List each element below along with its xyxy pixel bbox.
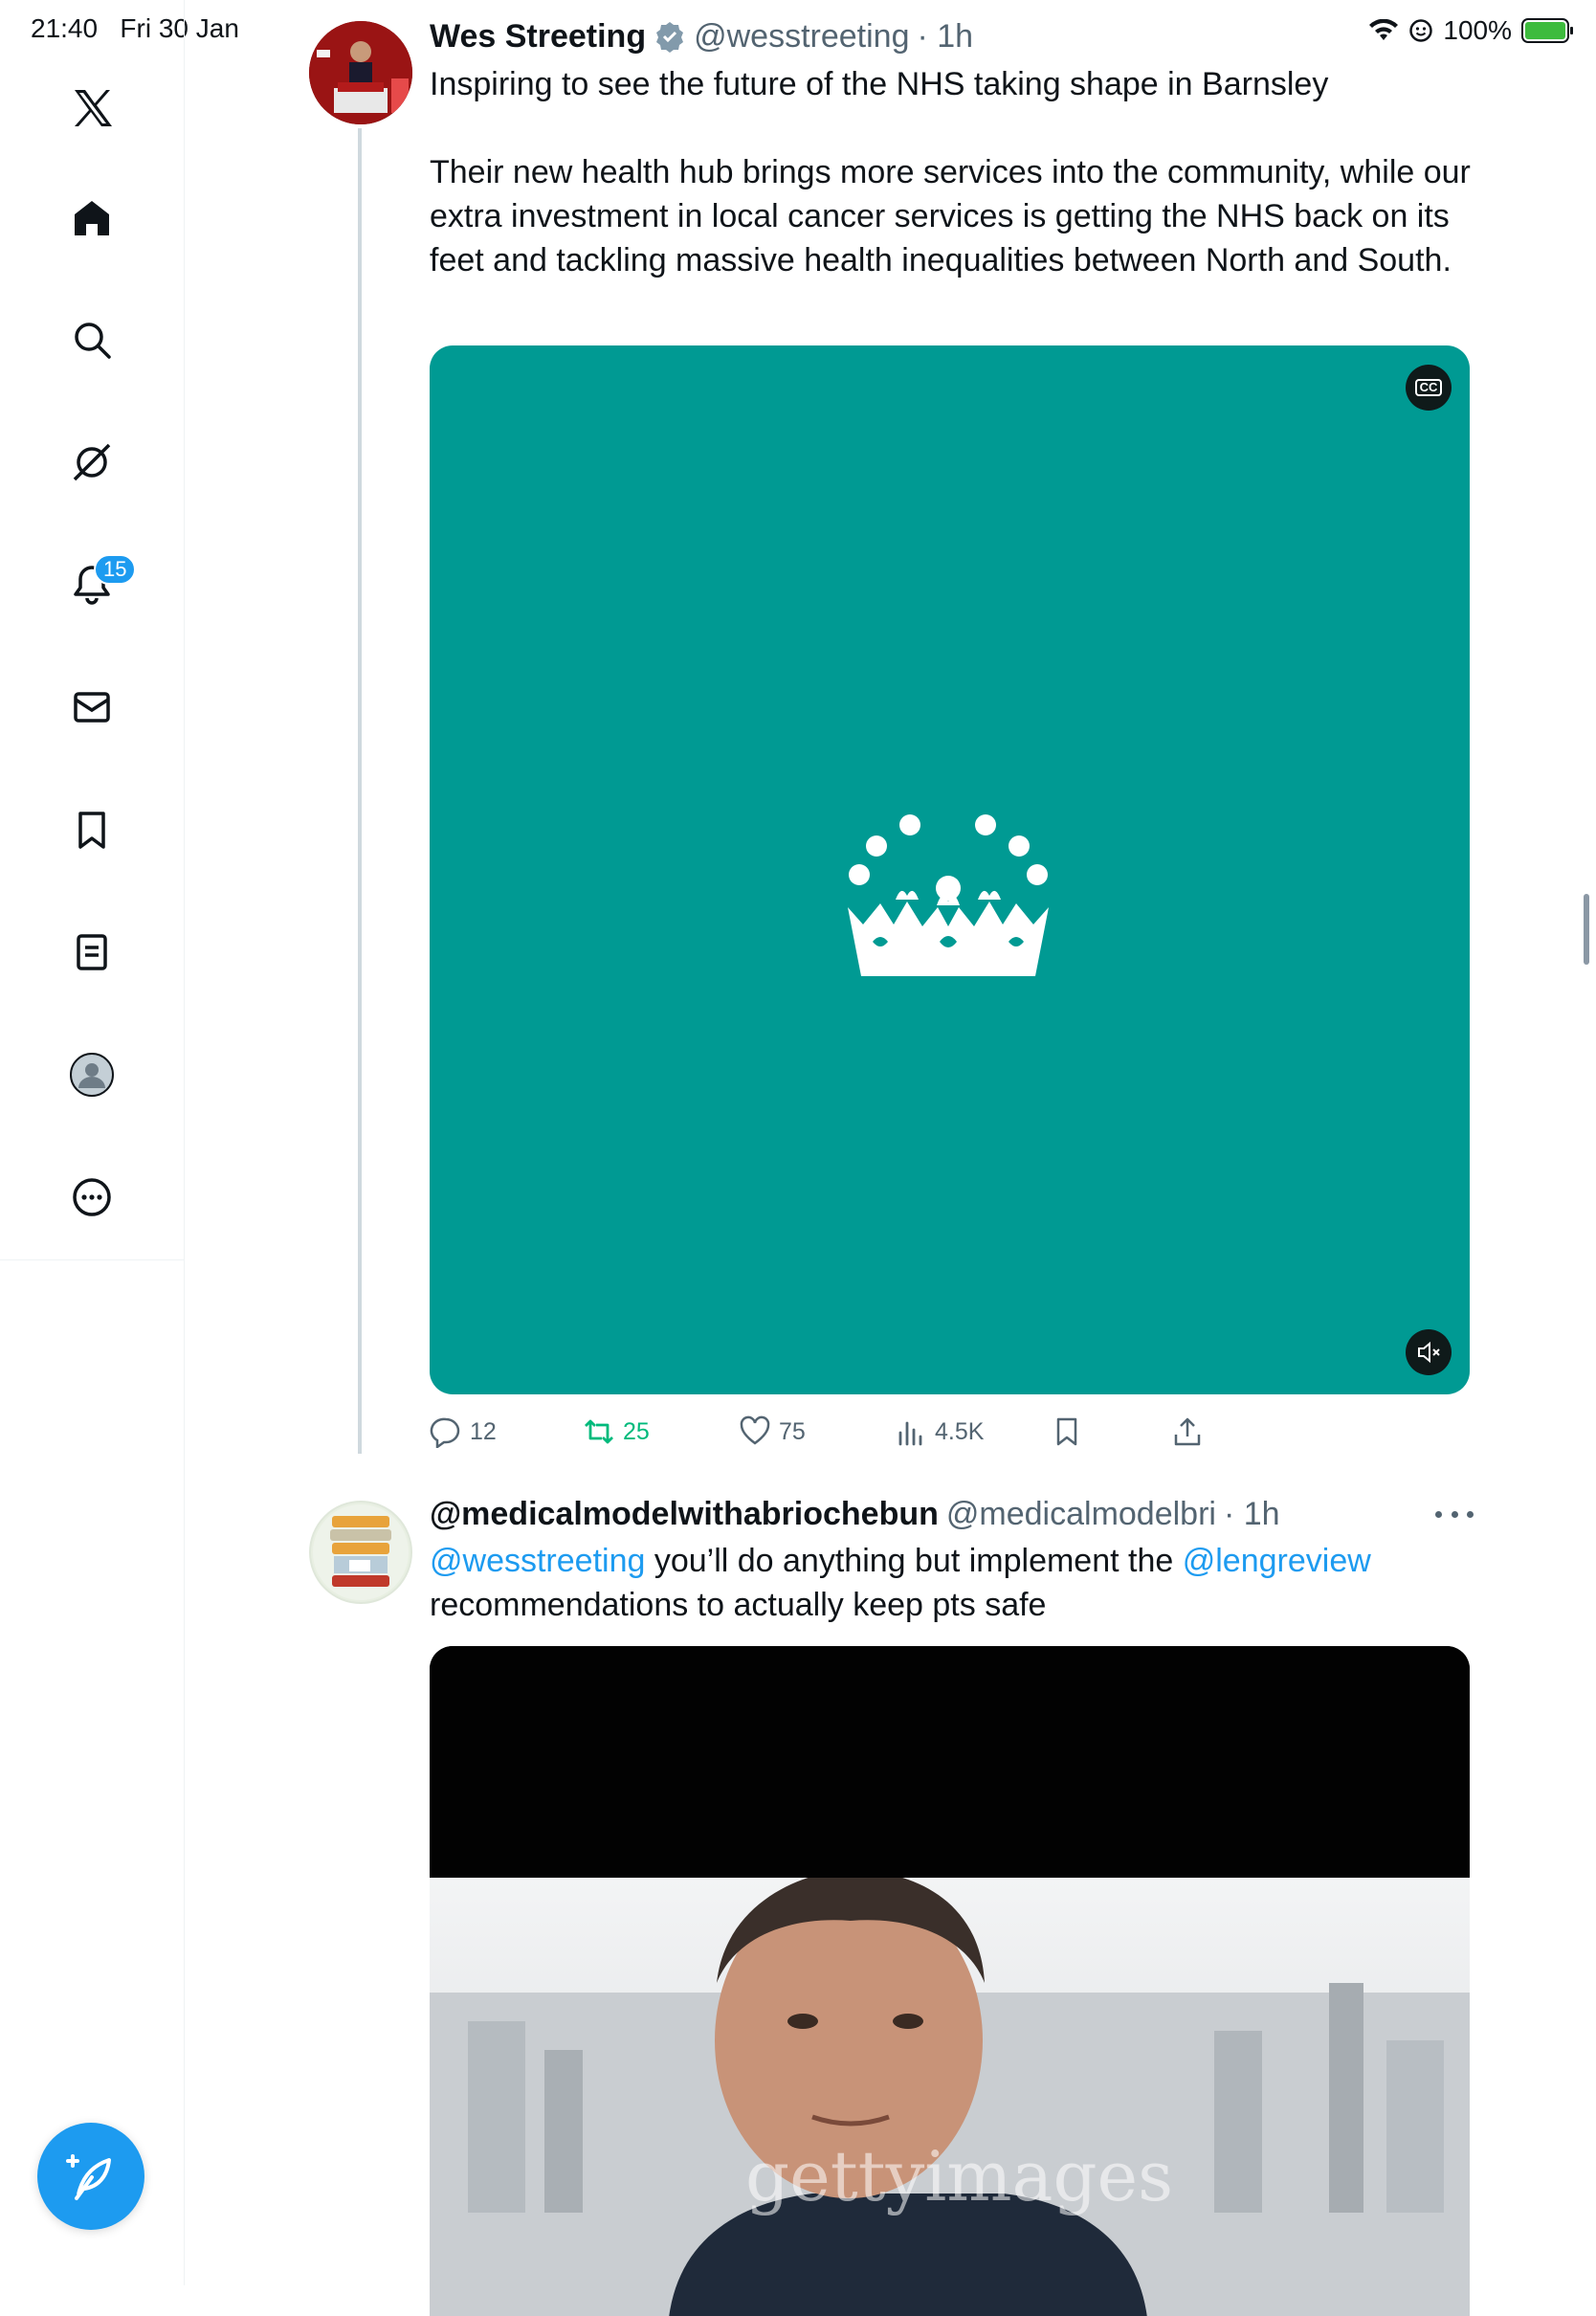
speaker-muted-icon [1418, 1341, 1440, 1364]
focus-icon [1409, 19, 1433, 42]
captions-label: CC [1414, 379, 1443, 396]
reply-author-handle[interactable]: @medicalmodelbri [946, 1496, 1216, 1533]
mention-link[interactable]: @lengreview [1183, 1543, 1371, 1579]
heart-icon [740, 1415, 770, 1445]
captions-button[interactable]: CC [1406, 365, 1452, 411]
search-icon[interactable] [57, 305, 126, 374]
tweet2-text-part2: recommendations to actually keep pts saf… [430, 1587, 1047, 1623]
man-portrait-image [430, 1870, 1470, 2316]
author-handle[interactable]: @wesstreeting [694, 18, 909, 56]
thread-connector [358, 128, 362, 1454]
battery-charging-icon [1521, 18, 1573, 43]
notification-badge: 15 [94, 554, 137, 585]
tweet2-media[interactable]: gettyimages [430, 1646, 1470, 2316]
reply-button[interactable]: 12 [430, 1411, 497, 1453]
nhs-crown-logo [848, 814, 1049, 976]
share-upload-icon [1174, 1417, 1201, 1446]
views-count: 4.5K [935, 1417, 985, 1445]
mute-button[interactable] [1406, 1329, 1452, 1375]
retweet-button[interactable]: 25 [583, 1411, 650, 1453]
reply-author-name[interactable]: @medicalmodelwithabriochebun [430, 1496, 939, 1533]
media-letterbox [430, 1646, 1470, 1878]
list-icon[interactable] [57, 918, 126, 987]
tweet1-text-line1: Inspiring to see the future of the NHS t… [430, 66, 1329, 102]
reply-author-avatar[interactable] [309, 1501, 412, 1604]
tweet2-text: @wesstreeting you’ll do anything but imp… [430, 1539, 1473, 1627]
battery-percent: 100% [1443, 15, 1512, 45]
x-logo-icon[interactable] [57, 74, 126, 143]
like-count: 75 [779, 1417, 806, 1445]
verified-badge-icon [656, 22, 684, 53]
tweet2-header: @medicalmodelwithabriochebun @medicalmod… [430, 1493, 1280, 1535]
author-avatar[interactable] [309, 21, 412, 124]
bookmark-icon[interactable] [57, 795, 126, 864]
more-options-icon[interactable] [1435, 1501, 1474, 1527]
retweet-icon [585, 1419, 613, 1444]
mail-icon[interactable] [57, 673, 126, 742]
scrollbar[interactable] [1584, 894, 1589, 965]
mention-link[interactable]: @wesstreeting [430, 1543, 645, 1579]
grok-icon[interactable] [57, 428, 126, 497]
like-button[interactable]: 75 [739, 1411, 806, 1453]
sidebar-divider [0, 1259, 185, 1260]
status-bar-right: 100% [1368, 13, 1573, 48]
reply-icon [430, 1417, 460, 1448]
views-button[interactable]: 4.5K [895, 1411, 984, 1453]
more-circle-icon[interactable] [57, 1163, 126, 1232]
home-icon[interactable] [57, 184, 126, 253]
bookmark-outline-icon [1056, 1417, 1077, 1446]
tweet-time[interactable]: · 1h [918, 18, 974, 56]
media-photo: gettyimages [430, 1870, 1470, 2316]
avatar-icon[interactable] [57, 1040, 126, 1109]
share-button[interactable] [1171, 1411, 1204, 1453]
wifi-icon [1369, 19, 1399, 40]
compose-button[interactable] [37, 2123, 144, 2230]
compose-feather-icon [66, 2154, 111, 2200]
views-chart-icon [898, 1421, 922, 1446]
tweet1-header: Wes Streeting @wesstreeting · 1h [430, 15, 973, 57]
reply-time[interactable]: · 1h [1224, 1496, 1280, 1533]
tweet1-text-body: Their new health hub brings more service… [430, 154, 1471, 278]
retweet-count: 25 [623, 1417, 650, 1445]
author-name[interactable]: Wes Streeting [430, 18, 646, 56]
bookmark-button[interactable] [1051, 1411, 1083, 1453]
reply-count: 12 [470, 1417, 497, 1445]
tweet2-text-part1: you’ll do anything but implement the [645, 1543, 1183, 1579]
tweet1-actions: 12 25 75 4.5K [430, 1411, 1473, 1453]
watermark-text: gettyimages [745, 2136, 1174, 2216]
